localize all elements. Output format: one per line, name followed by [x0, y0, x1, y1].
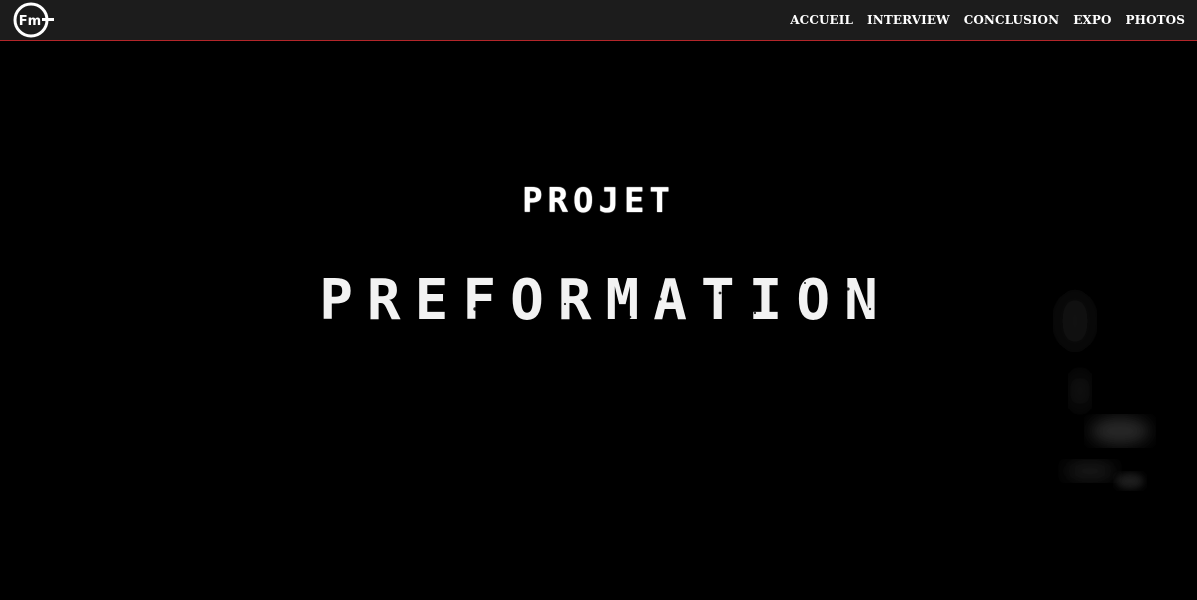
nav-photos[interactable]: PHOTOS	[1126, 13, 1185, 27]
nav-conclusion[interactable]: CONCLUSION	[964, 13, 1059, 27]
hero-title: PREFORMATION	[319, 268, 892, 333]
top-navigation-bar: Fm ACCUEIL INTERVIEW CONCLUSION EXPO PHO…	[0, 0, 1197, 41]
svg-text:Fm: Fm	[19, 14, 41, 29]
fm-logo-icon[interactable]: Fm	[12, 1, 56, 39]
nav-interview[interactable]: INTERVIEW	[867, 13, 950, 27]
hero-subtitle: PROJET	[522, 181, 675, 221]
hero-section: PROJET PREFORMATION	[0, 41, 1197, 600]
nav-accueil[interactable]: ACCUEIL	[790, 13, 853, 27]
nav-expo[interactable]: EXPO	[1073, 13, 1111, 27]
main-nav: ACCUEIL INTERVIEW CONCLUSION EXPO PHOTOS	[790, 0, 1185, 40]
